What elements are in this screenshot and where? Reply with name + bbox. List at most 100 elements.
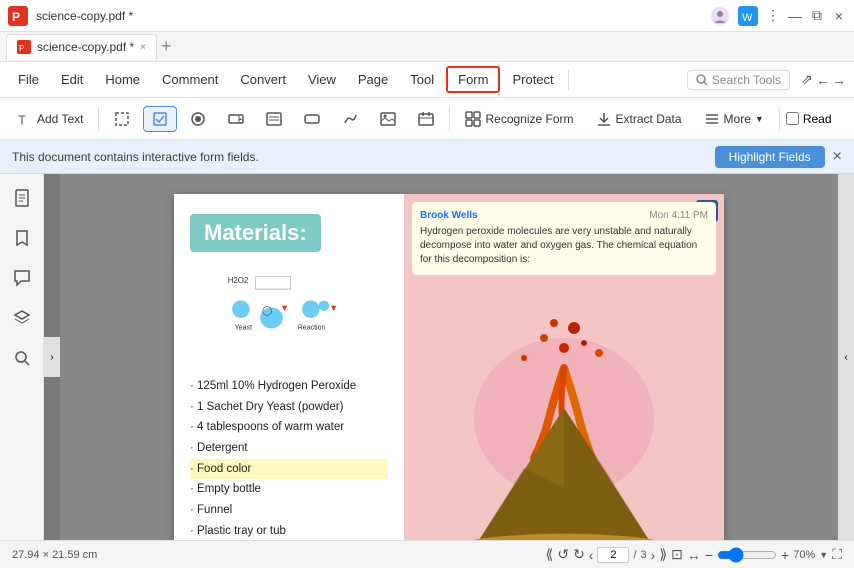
menu-protect[interactable]: Protect bbox=[502, 68, 563, 91]
comment-bubble: Brook Wells Mon 4:11 PM Hydrogen peroxid… bbox=[412, 202, 716, 275]
comment-time: Mon 4:11 PM bbox=[649, 210, 708, 221]
zoom-slider[interactable] bbox=[717, 547, 777, 563]
fit-page-button[interactable]: ⊡ bbox=[671, 546, 683, 563]
titlebar: P science-copy.pdf * W ⋮ — ⧉ × bbox=[0, 0, 854, 32]
list-item: Detergent bbox=[190, 438, 388, 459]
menu-form[interactable]: Form bbox=[446, 66, 500, 93]
combobox-button[interactable] bbox=[219, 106, 253, 132]
zoom-chevron[interactable]: ▼ bbox=[819, 550, 828, 560]
rotate-left-button[interactable]: ↺ bbox=[557, 546, 569, 563]
page-right: W Brook Wells Mon 4:11 PM Hydrogen perox… bbox=[404, 194, 724, 540]
page-navigation: ⟪ ↺ ↻ ‹ / 3 › ⟫ ⊡ ↔ − + 70% ▼ ⛶ bbox=[546, 546, 842, 563]
comments-icon bbox=[13, 269, 31, 287]
expand-right-arrow[interactable]: ‹ bbox=[838, 174, 854, 540]
menu-comment[interactable]: Comment bbox=[152, 68, 228, 91]
new-tab-button[interactable]: + bbox=[161, 36, 172, 57]
statusbar: 27.94 × 21.59 cm ⟪ ↺ ↻ ‹ / 3 › ⟫ ⊡ ↔ − +… bbox=[0, 540, 854, 568]
tab-science-copy[interactable]: P science-copy.pdf * × bbox=[6, 34, 157, 60]
bookmarks-panel-button[interactable] bbox=[6, 222, 38, 254]
page-left: Materials: H2O2 Active Site bbox=[174, 194, 404, 540]
back-button[interactable]: ← bbox=[816, 73, 830, 87]
add-text-button[interactable]: T Add Text bbox=[8, 106, 92, 132]
next-page-button[interactable]: › bbox=[651, 547, 656, 563]
search-tools-label: Search Tools bbox=[712, 73, 781, 87]
close-button[interactable]: × bbox=[832, 9, 846, 23]
menu-convert[interactable]: Convert bbox=[230, 68, 296, 91]
read-checkbox-label[interactable]: Read bbox=[786, 112, 832, 126]
radio-icon bbox=[190, 111, 206, 127]
options-button[interactable]: ⋮ bbox=[766, 9, 780, 23]
search-panel-icon bbox=[13, 349, 31, 367]
button-field-button[interactable] bbox=[295, 106, 329, 132]
restore-button[interactable]: ⧉ bbox=[810, 9, 824, 23]
button-field-icon bbox=[304, 111, 320, 127]
rotate-right-button[interactable]: ↻ bbox=[573, 546, 585, 563]
listbox-icon bbox=[266, 111, 282, 127]
search-panel-button[interactable] bbox=[6, 342, 38, 374]
first-page-button[interactable]: ⟪ bbox=[546, 546, 554, 563]
extract-data-label: Extract Data bbox=[616, 112, 682, 126]
tab-bar: P science-copy.pdf * × + bbox=[0, 32, 854, 62]
listbox-button[interactable] bbox=[257, 106, 291, 132]
comment-author: Brook Wells bbox=[420, 210, 478, 221]
page-separator: / bbox=[633, 549, 636, 561]
cloud-icon[interactable]: W bbox=[738, 6, 758, 26]
infobar-close-button[interactable]: × bbox=[833, 148, 842, 166]
forward-button[interactable]: → bbox=[832, 73, 846, 87]
sep3 bbox=[779, 107, 780, 131]
collapse-panel-arrow[interactable]: › bbox=[44, 337, 60, 377]
radio-button-field[interactable] bbox=[181, 106, 215, 132]
menu-edit[interactable]: Edit bbox=[51, 68, 93, 91]
read-checkbox[interactable] bbox=[786, 112, 799, 125]
last-page-button[interactable]: ⟫ bbox=[659, 546, 667, 563]
zoom-out-button[interactable]: − bbox=[705, 547, 713, 563]
external-link-button[interactable]: ⇗ bbox=[800, 73, 814, 87]
comments-panel-button[interactable] bbox=[6, 262, 38, 294]
search-tools[interactable]: Search Tools bbox=[687, 70, 790, 90]
checkbox-icon bbox=[152, 111, 168, 127]
signature-button[interactable] bbox=[333, 106, 367, 132]
svg-text:W: W bbox=[742, 12, 753, 24]
highlight-fields-button[interactable]: Highlight Fields bbox=[715, 146, 825, 168]
window-title: science-copy.pdf * bbox=[36, 9, 710, 23]
prev-page-button[interactable]: ‹ bbox=[589, 547, 594, 563]
checkbox-button[interactable] bbox=[143, 106, 177, 132]
extract-icon bbox=[596, 111, 612, 127]
menu-view[interactable]: View bbox=[298, 68, 346, 91]
zoom-in-button[interactable]: + bbox=[781, 547, 789, 563]
svg-text:T: T bbox=[18, 113, 26, 126]
profile-icon[interactable] bbox=[710, 6, 730, 26]
fullscreen-button[interactable]: ⛶ bbox=[832, 546, 842, 563]
add-text-label: Add Text bbox=[37, 112, 83, 126]
materials-list: 125ml 10% Hydrogen Peroxide 1 Sachet Dry… bbox=[190, 376, 388, 540]
more-label: More bbox=[724, 112, 751, 126]
list-item: 1 Sachet Dry Yeast (powder) bbox=[190, 397, 388, 418]
minimize-button[interactable]: — bbox=[788, 9, 802, 23]
dimensions-label: 27.94 × 21.59 cm bbox=[12, 549, 97, 561]
tab-close-button[interactable]: × bbox=[140, 42, 146, 53]
recognize-form-button[interactable]: Recognize Form bbox=[456, 106, 582, 132]
svg-text:P: P bbox=[12, 10, 20, 24]
menu-file[interactable]: File bbox=[8, 68, 49, 91]
page-number-input[interactable] bbox=[597, 547, 629, 563]
document-area[interactable]: Materials: H2O2 Active Site bbox=[60, 174, 838, 540]
fit-width-button[interactable]: ↔ bbox=[687, 547, 701, 563]
extract-data-button[interactable]: Extract Data bbox=[587, 106, 691, 132]
image-button[interactable] bbox=[371, 106, 405, 132]
comment-text: Hydrogen peroxide molecules are very uns… bbox=[420, 225, 708, 267]
menu-home[interactable]: Home bbox=[95, 68, 150, 91]
more-button[interactable]: More ▼ bbox=[695, 106, 773, 132]
comment-header: Brook Wells Mon 4:11 PM bbox=[420, 210, 708, 221]
menu-page[interactable]: Page bbox=[348, 68, 398, 91]
pages-panel-button[interactable] bbox=[6, 182, 38, 214]
menu-tool[interactable]: Tool bbox=[400, 68, 444, 91]
list-item: Plastic tray or tub bbox=[190, 521, 388, 540]
layers-panel-button[interactable] bbox=[6, 302, 38, 334]
zoom-controls: − + 70% ▼ bbox=[705, 547, 828, 563]
reaction-diagram: H2O2 Active Site bbox=[219, 269, 359, 359]
date-button[interactable] bbox=[409, 106, 443, 132]
recognize-form-label: Recognize Form bbox=[485, 112, 573, 126]
date-icon bbox=[418, 111, 434, 127]
volcano-svg: 4400°c bbox=[424, 294, 704, 540]
select-object-button[interactable] bbox=[105, 106, 139, 132]
